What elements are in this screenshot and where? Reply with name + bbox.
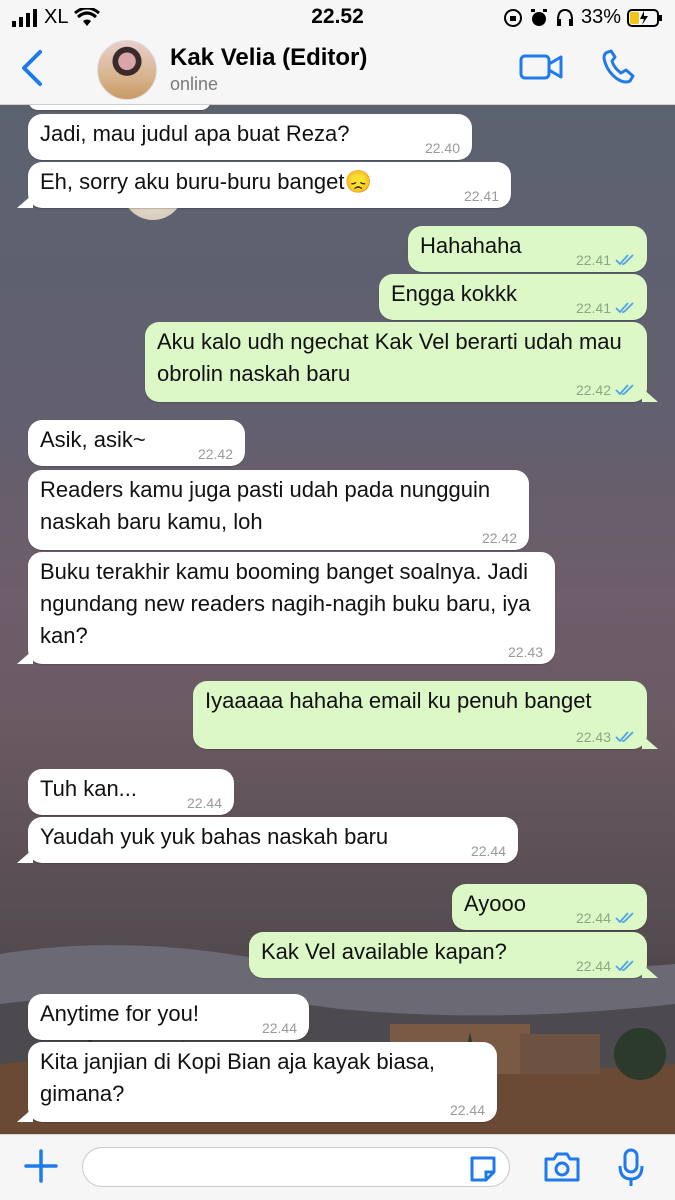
- message-text: Iyaaaaa hahaha email ku penuh banget: [205, 688, 592, 713]
- status-bar: XL 22.52 33%: [0, 0, 675, 34]
- message-meta: 22.42: [482, 530, 517, 546]
- read-receipt-icon: [615, 960, 634, 972]
- message-time: 22.44: [575, 958, 611, 974]
- orientation-lock-icon: [503, 8, 522, 27]
- message-text: Aku kalo udh ngechat Kak Vel berarti uda…: [157, 329, 622, 386]
- incoming-message[interactable]: Kita janjian di Kopi Bian aja kayak bias…: [17, 1042, 497, 1122]
- chat-header: Kak Velia (Editor) online: [0, 34, 675, 105]
- plus-icon[interactable]: [24, 1149, 58, 1183]
- message-text: Readers kamu juga pasti udah pada nunggu…: [40, 477, 491, 534]
- message-text: Anytime for you!: [40, 1001, 199, 1026]
- message-time: 22.41: [575, 252, 611, 268]
- message-meta: 22.42: [576, 382, 635, 398]
- whatsapp-chat-screen: XL 22.52 33% Kak Velia (Editor) online J…: [0, 0, 675, 1200]
- read-receipt-icon: [615, 731, 634, 743]
- message-meta: 22.44: [187, 795, 222, 811]
- message-time: 22.44: [449, 1102, 485, 1118]
- read-receipt-icon: [615, 912, 634, 924]
- message-time: 22.40: [424, 140, 460, 156]
- message-time: 22.43: [575, 729, 611, 745]
- back-chevron-icon[interactable]: [18, 48, 48, 88]
- message-meta: 22.40: [425, 140, 460, 156]
- message-text: Kita janjian di Kopi Bian aja kayak bias…: [40, 1049, 436, 1106]
- message-time: 22.44: [575, 910, 611, 926]
- incoming-message[interactable]: Anytime for you! 22.44: [28, 994, 309, 1040]
- read-receipt-icon: [615, 254, 634, 266]
- microphone-icon[interactable]: [618, 1148, 644, 1188]
- contact-name[interactable]: Kak Velia (Editor): [170, 44, 367, 72]
- message-time: 22.41: [575, 300, 611, 316]
- status-right: 33%: [503, 6, 663, 29]
- avatar[interactable]: [97, 40, 157, 100]
- outgoing-message[interactable]: Ayooo 22.44: [452, 884, 647, 930]
- headphones-icon: [556, 8, 573, 26]
- camera-icon[interactable]: [543, 1151, 581, 1183]
- message-text: Ayooo: [464, 891, 526, 916]
- message-meta: 22.44: [576, 958, 635, 974]
- sticker-icon[interactable]: [468, 1154, 498, 1184]
- chat-area[interactable]: Jadi, mau judul apa buat Reza? 22.40 Eh, s…: [0, 104, 675, 1134]
- phone-call-icon[interactable]: [600, 48, 636, 86]
- message-text: Asik, asik~: [40, 427, 146, 452]
- incoming-message[interactable]: Tuh kan... 22.44: [28, 769, 234, 815]
- message-time: 22.44: [186, 795, 222, 811]
- message-text: Yaudah yuk yuk bahas naskah baru: [40, 824, 389, 849]
- message-text: Kak Vel available kapan?: [261, 939, 507, 964]
- alarm-icon: [530, 8, 547, 26]
- input-bar: [0, 1134, 675, 1200]
- message-meta: 22.42: [198, 446, 233, 462]
- incoming-message[interactable]: Eh, sorry aku buru-buru banget😞 22.41: [17, 162, 511, 208]
- message-meta: 22.41: [576, 300, 635, 316]
- message-text: Hahahaha: [420, 233, 522, 258]
- incoming-message[interactable]: Readers kamu juga pasti udah pada nunggu…: [28, 470, 529, 550]
- message-meta: 22.44: [471, 843, 506, 859]
- message-text: Engga kokkk: [391, 281, 517, 306]
- message-meta: 22.44: [576, 910, 635, 926]
- battery-percent: 33%: [580, 6, 621, 28]
- outgoing-message[interactable]: Engga kokkk 22.41: [379, 274, 647, 320]
- message-time: 22.41: [463, 188, 499, 204]
- battery-icon: [627, 8, 662, 27]
- read-receipt-icon: [615, 384, 634, 396]
- message-time: 22.42: [197, 446, 233, 462]
- outgoing-message[interactable]: Hahahaha 22.41: [408, 226, 647, 272]
- message-meta: 22.41: [576, 252, 635, 268]
- incoming-message[interactable]: Yaudah yuk yuk bahas naskah baru 22.44: [17, 817, 518, 863]
- incoming-message[interactable]: Asik, asik~ 22.42: [28, 420, 245, 466]
- message-text: Jadi, mau judul apa buat Reza?: [40, 121, 350, 146]
- outgoing-message[interactable]: Kak Vel available kapan? 22.44: [249, 932, 658, 978]
- message-text: Tuh kan...: [40, 776, 138, 801]
- read-receipt-icon: [615, 302, 634, 314]
- outgoing-message[interactable]: Iyaaaaa hahaha email ku penuh banget 22.4…: [193, 681, 658, 749]
- contact-status: online: [170, 74, 219, 94]
- message-time: 22.44: [470, 843, 506, 859]
- message-time: 22.42: [575, 382, 611, 398]
- message-input[interactable]: [82, 1147, 510, 1187]
- video-call-icon[interactable]: [518, 50, 564, 84]
- message-time: 22.42: [481, 530, 517, 546]
- message-time: 22.43: [507, 644, 543, 660]
- message-text: Eh, sorry aku buru-buru banget😞: [40, 169, 372, 194]
- message-meta: 22.43: [576, 729, 635, 745]
- message-meta: 22.43: [508, 644, 543, 660]
- message-meta: 22.44: [450, 1102, 485, 1118]
- message-meta: 22.41: [464, 188, 499, 204]
- outgoing-message[interactable]: Aku kalo udh ngechat Kak Vel berarti uda…: [145, 322, 658, 402]
- message-time: 22.44: [261, 1020, 297, 1036]
- incoming-message[interactable]: Jadi, mau judul apa buat Reza? 22.40: [28, 114, 472, 160]
- message-meta: 22.44: [262, 1020, 297, 1036]
- message-text: Buku terakhir kamu booming banget soalny…: [40, 559, 531, 648]
- incoming-message[interactable]: Buku terakhir kamu booming banget soalny…: [17, 552, 555, 664]
